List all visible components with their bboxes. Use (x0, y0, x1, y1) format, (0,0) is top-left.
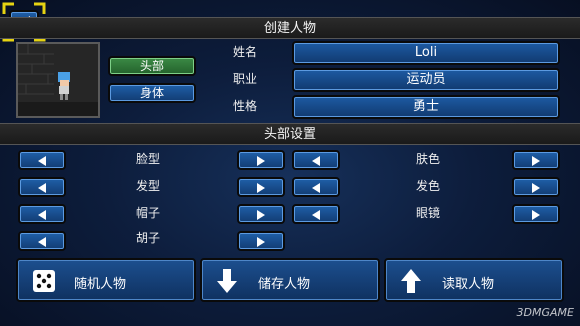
arrow-right-icon (257, 155, 265, 166)
beard-prev-button[interactable] (18, 231, 66, 251)
save-character-button[interactable]: 储存人物 (200, 258, 380, 302)
load-character-button[interactable]: 读取人物 (384, 258, 564, 302)
arrow-right-icon (257, 209, 265, 220)
load-character-label: 读取人物 (442, 277, 495, 292)
arrow-right-icon (532, 209, 540, 220)
class-label: 职业 (233, 72, 258, 86)
arrow-right-icon (532, 182, 540, 193)
name-field[interactable]: Loli (292, 41, 560, 65)
arrow-left-icon (38, 155, 46, 166)
hairstyle-prev-button[interactable] (18, 177, 66, 197)
face-label: 脸型 (136, 152, 161, 166)
arrow-left-icon (38, 209, 46, 220)
head-settings-header: 头部设置 (0, 123, 580, 145)
glasses-prev-button[interactable] (292, 204, 340, 224)
class-field[interactable]: 运动员 (292, 68, 560, 92)
tab-head[interactable]: 头部 (108, 56, 196, 76)
save-character-label: 储存人物 (258, 277, 311, 292)
hair-color-next-button[interactable] (512, 177, 560, 197)
hair-color-prev-button[interactable] (292, 177, 340, 197)
glasses-label: 眼镜 (416, 206, 441, 220)
beard-label: 胡子 (136, 231, 161, 245)
arrow-up-icon (401, 269, 421, 293)
create-header: 创建人物 (0, 17, 580, 39)
hat-prev-button[interactable] (18, 204, 66, 224)
arrow-down-icon (217, 269, 237, 293)
hairstyle-label: 发型 (136, 179, 161, 193)
tab-body[interactable]: 身体 (108, 83, 196, 103)
character-preview (16, 42, 100, 118)
hairstyle-next-button[interactable] (237, 177, 285, 197)
random-character-button[interactable]: 随机人物 (16, 258, 196, 302)
random-character-label: 随机人物 (74, 277, 127, 292)
arrow-right-icon (257, 236, 265, 247)
beard-next-button[interactable] (237, 231, 285, 251)
face-prev-button[interactable] (18, 150, 66, 170)
dice-icon (33, 270, 55, 292)
skin-prev-button[interactable] (292, 150, 340, 170)
arrow-left-icon (38, 236, 46, 247)
personality-label: 性格 (233, 99, 258, 113)
arrow-left-icon (312, 155, 320, 166)
arrow-left-icon (312, 182, 320, 193)
watermark: 3DMGAME (516, 306, 574, 319)
arrow-right-icon (257, 182, 265, 193)
face-next-button[interactable] (237, 150, 285, 170)
hat-next-button[interactable] (237, 204, 285, 224)
personality-field[interactable]: 勇士 (292, 95, 560, 119)
character-sprite-icon (18, 44, 98, 116)
arrow-left-icon (312, 209, 320, 220)
hat-label: 帽子 (136, 206, 161, 220)
name-label: 姓名 (233, 45, 258, 59)
skin-label: 肤色 (416, 152, 441, 166)
arrow-right-icon (532, 155, 540, 166)
glasses-next-button[interactable] (512, 204, 560, 224)
skin-next-button[interactable] (512, 150, 560, 170)
arrow-left-icon (38, 182, 46, 193)
hair-color-label: 发色 (416, 179, 441, 193)
